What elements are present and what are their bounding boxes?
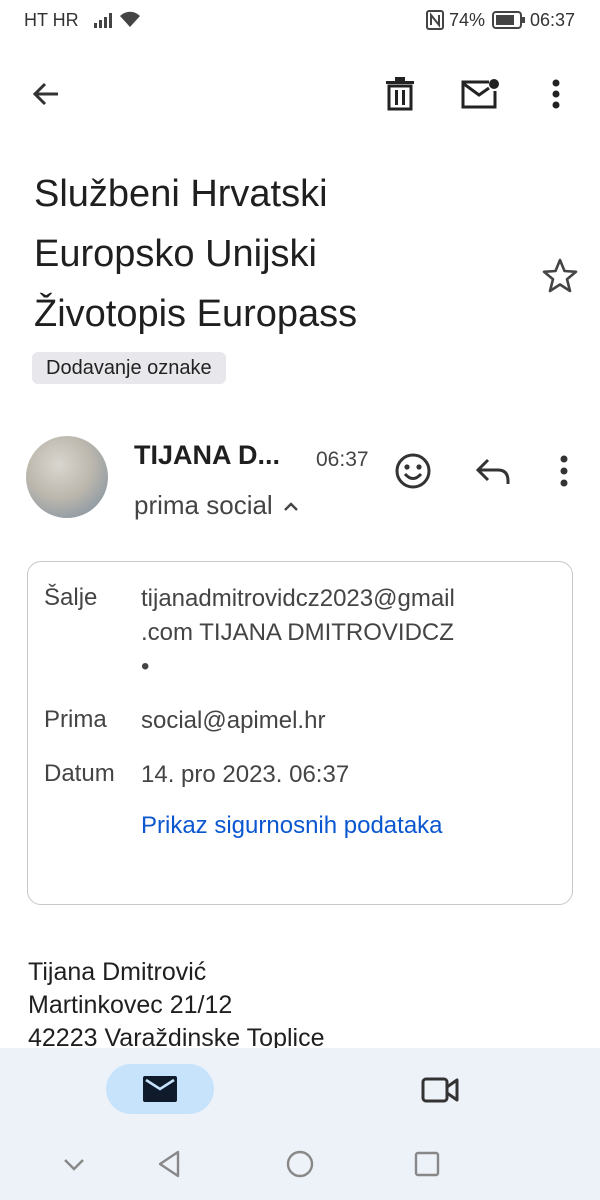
from-value: tijanadmitrovidcz2023@gmail .com TIJANA … bbox=[141, 585, 455, 680]
recipient-summary: prima social bbox=[134, 490, 273, 520]
from-label: Šalje bbox=[44, 584, 98, 611]
mail-tab[interactable] bbox=[106, 1064, 214, 1114]
nfc-icon bbox=[426, 10, 444, 30]
security-details-link[interactable]: Prikaz sigurnosnih podataka bbox=[141, 812, 443, 840]
add-label-chip[interactable]: Dodavanje oznake bbox=[32, 352, 226, 384]
mail-icon bbox=[143, 1076, 177, 1102]
avatar[interactable] bbox=[26, 436, 108, 518]
video-icon[interactable] bbox=[420, 1070, 460, 1110]
star-icon[interactable] bbox=[540, 256, 580, 296]
trash-icon bbox=[386, 77, 414, 111]
date-label: Datum bbox=[44, 760, 115, 787]
chevron-down-icon[interactable] bbox=[58, 1148, 90, 1180]
reply-icon[interactable] bbox=[474, 454, 512, 488]
back-triangle-icon[interactable] bbox=[154, 1148, 186, 1180]
home-circle-icon[interactable] bbox=[284, 1148, 316, 1180]
status-bar: HT HR 74% 06:37 bbox=[0, 0, 600, 40]
recipient-toggle[interactable]: prima social bbox=[134, 490, 299, 521]
mark-unread-button[interactable] bbox=[458, 72, 502, 116]
date-value: 14. pro 2023. 06:37 bbox=[141, 761, 350, 788]
delete-button[interactable] bbox=[380, 72, 420, 116]
arrow-left-icon bbox=[32, 82, 58, 106]
status-time: 06:37 bbox=[530, 10, 576, 30]
message-details-card: Šalje tijanadmitrovidcz2023@gmail .com T… bbox=[27, 561, 573, 905]
bottom-navigation bbox=[0, 1048, 600, 1128]
more-vert-icon bbox=[552, 79, 560, 109]
battery-level: 74% bbox=[449, 10, 486, 30]
email-body: Tijana Dmitrović Martinkovec 21/12 42223… bbox=[28, 956, 325, 1055]
wifi-icon bbox=[120, 11, 140, 27]
email-time: 06:37 bbox=[316, 448, 369, 471]
mail-unread-icon bbox=[461, 79, 499, 109]
to-label: Prima bbox=[44, 706, 107, 733]
battery-icon bbox=[492, 11, 525, 29]
email-subject: Službeni Hrvatski Europsko Unijski Život… bbox=[34, 173, 358, 335]
chevron-up-icon bbox=[283, 501, 298, 511]
more-vert-icon[interactable] bbox=[550, 452, 578, 490]
to-value: social@apimel.hr bbox=[141, 707, 326, 734]
sender-name[interactable]: TIJANA D... bbox=[134, 440, 304, 471]
carrier-label: HT HR bbox=[24, 10, 79, 30]
more-options-button[interactable] bbox=[540, 72, 572, 116]
body-line: Martinkovec 21/12 bbox=[28, 991, 233, 1019]
back-button[interactable] bbox=[26, 74, 66, 114]
body-line: Tijana Dmitrović bbox=[28, 958, 207, 986]
recents-square-icon[interactable] bbox=[411, 1148, 443, 1180]
signal-icon bbox=[94, 13, 112, 28]
emoji-icon[interactable] bbox=[394, 452, 432, 490]
system-navigation bbox=[0, 1128, 600, 1200]
